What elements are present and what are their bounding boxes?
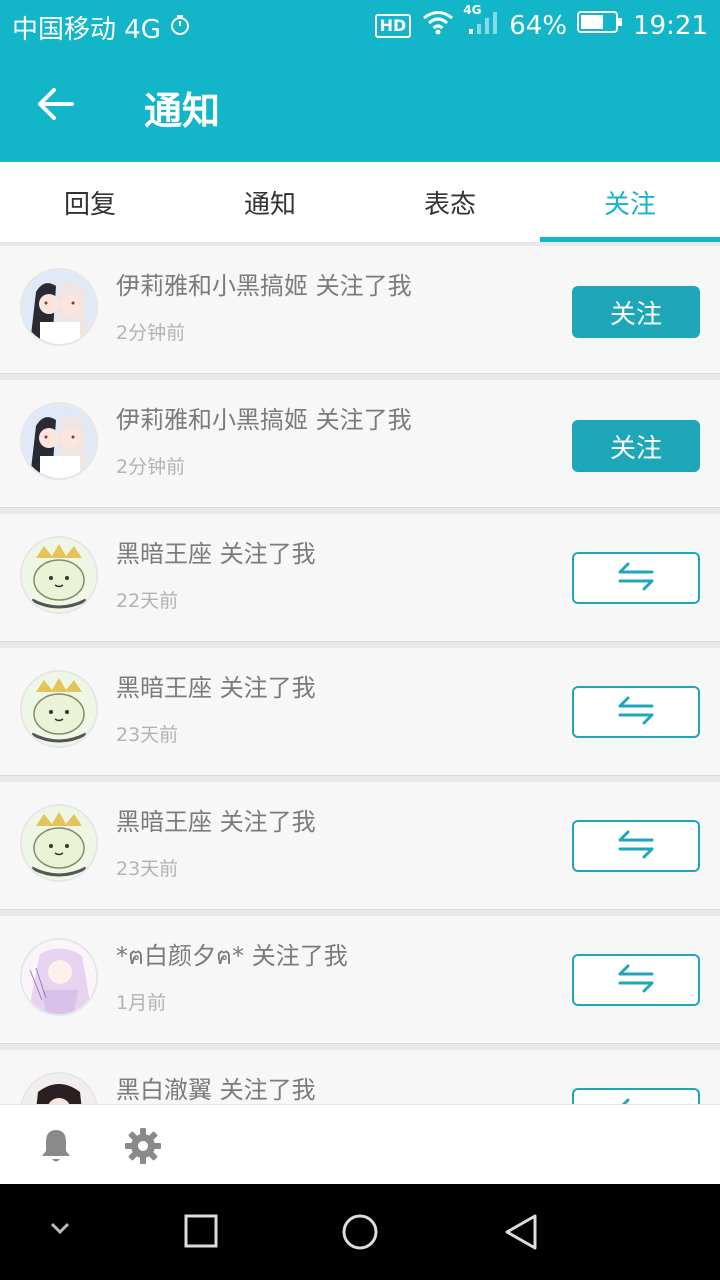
recents-square-icon[interactable]	[182, 1212, 220, 1254]
item-title: 黑暗王座 关注了我	[116, 808, 316, 836]
wifi-icon	[421, 9, 455, 42]
mutual-follow-button[interactable]	[572, 686, 700, 738]
back-button[interactable]	[26, 76, 86, 136]
item-time: 2分钟前	[116, 322, 186, 344]
avatar[interactable]	[20, 938, 98, 1016]
avatar[interactable]	[20, 268, 98, 346]
list-item[interactable]: 黑白澈翼 关注了我	[0, 1050, 720, 1104]
list-item[interactable]: 黑暗王座 关注了我 22天前	[0, 514, 720, 642]
mutual-follow-button[interactable]	[572, 552, 700, 604]
list-item[interactable]: 黑暗王座 关注了我 23天前	[0, 782, 720, 910]
avatar[interactable]	[20, 402, 98, 480]
system-nav-bar	[0, 1184, 720, 1280]
home-circle-icon[interactable]	[340, 1212, 380, 1256]
tab-notifications[interactable]: 通知	[180, 162, 360, 242]
mutual-follow-button[interactable]	[572, 1088, 700, 1104]
item-title: 黑暗王座 关注了我	[116, 540, 316, 568]
notification-list: 伊莉雅和小黑搞姬 关注了我 2分钟前 关注 伊莉雅和小黑搞姬 关注了我 2分钟前…	[0, 242, 720, 1104]
list-item[interactable]: 伊莉雅和小黑搞姬 关注了我 2分钟前 关注	[0, 246, 720, 374]
bottom-toolbar	[0, 1104, 720, 1185]
bell-icon[interactable]	[38, 1127, 74, 1169]
tab-reactions[interactable]: 表态	[360, 162, 540, 242]
item-title: 伊莉雅和小黑搞姬 关注了我	[116, 406, 412, 434]
mutual-follow-icon	[616, 829, 656, 863]
hd-badge: HD	[374, 13, 412, 38]
mutual-follow-button[interactable]	[572, 820, 700, 872]
avatar[interactable]	[20, 670, 98, 748]
item-title: *ฅ白颜夕ฅ* 关注了我	[116, 942, 348, 970]
tab-replies[interactable]: 回复	[0, 162, 180, 242]
mutual-follow-icon	[616, 561, 656, 595]
app-bar: 通知	[0, 50, 720, 162]
item-title: 黑暗王座 关注了我	[116, 674, 316, 702]
status-bar: 中国移动 4G HD 4G 64% 19:21	[0, 0, 720, 50]
battery-icon	[577, 10, 623, 41]
list-item[interactable]: 伊莉雅和小黑搞姬 关注了我 2分钟前 关注	[0, 380, 720, 508]
arrow-left-icon	[36, 86, 76, 126]
follow-button[interactable]: 关注	[572, 286, 700, 338]
list-item[interactable]: 黑暗王座 关注了我 23天前	[0, 648, 720, 776]
chevron-down-icon[interactable]	[46, 1218, 74, 1242]
mutual-follow-icon	[616, 695, 656, 729]
mutual-follow-button[interactable]	[572, 954, 700, 1006]
item-title: 黑白澈翼 关注了我	[116, 1076, 316, 1104]
clock: 19:21	[633, 10, 708, 41]
list-item[interactable]: *ฅ白颜夕ฅ* 关注了我 1月前	[0, 916, 720, 1044]
back-triangle-icon[interactable]	[502, 1212, 540, 1256]
mutual-follow-icon	[616, 963, 656, 997]
avatar[interactable]	[20, 1072, 98, 1104]
carrier-label: 中国移动 4G	[12, 15, 161, 45]
item-time: 22天前	[116, 590, 179, 612]
mutual-follow-icon	[616, 1097, 656, 1104]
follow-button[interactable]: 关注	[572, 420, 700, 472]
page-title: 通知	[144, 89, 221, 133]
item-time: 23天前	[116, 724, 179, 746]
tab-follows[interactable]: 关注	[540, 162, 720, 242]
tab-bar: 回复 通知 表态 关注	[0, 162, 720, 242]
item-time: 2分钟前	[116, 456, 186, 478]
item-time: 1月前	[116, 992, 167, 1014]
battery-percent: 64%	[509, 10, 568, 41]
item-title: 伊莉雅和小黑搞姬 关注了我	[116, 272, 412, 300]
item-time: 23天前	[116, 858, 179, 880]
network-type-label: 4G	[463, 3, 482, 17]
timer-icon	[169, 13, 191, 43]
avatar[interactable]	[20, 536, 98, 614]
signal-icon: 4G	[463, 3, 499, 42]
avatar[interactable]	[20, 804, 98, 882]
gear-icon[interactable]	[124, 1127, 162, 1169]
